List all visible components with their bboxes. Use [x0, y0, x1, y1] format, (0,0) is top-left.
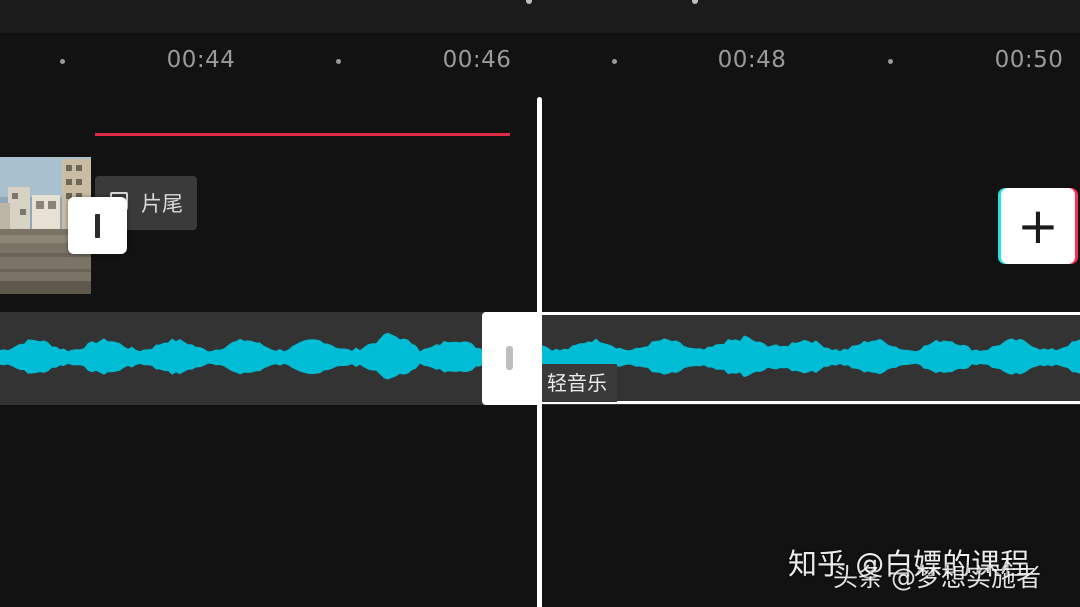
top-toolbar-strip: [0, 0, 1080, 33]
ruler-tick-label: 00:50: [994, 47, 1064, 73]
audio-trim-handle[interactable]: [482, 312, 538, 405]
toolbar-indicator-dot: [526, 0, 532, 4]
audio-clip-label: 轻音乐: [541, 364, 617, 402]
ruler-dot: [336, 59, 341, 64]
timeline-ruler[interactable]: 00:44 00:46 00:48 00:50: [0, 33, 1080, 93]
transition-button[interactable]: [68, 197, 127, 254]
watermark-toutiao: 头条 @梦想实施者: [833, 563, 1041, 592]
ruler-tick-label: 00:48: [717, 47, 787, 73]
ruler-dot: [612, 59, 617, 64]
trim-handle-icon: [506, 346, 513, 370]
effect-range-line[interactable]: [95, 133, 510, 136]
ruler-dot: [60, 59, 65, 64]
ruler-tick-label: 00:44: [166, 47, 236, 73]
transition-icon: [95, 214, 100, 238]
ruler-dot: [888, 59, 893, 64]
toolbar-indicator-dot: [692, 0, 698, 4]
audio-clip-selected[interactable]: [537, 312, 1080, 404]
plus-icon: +: [1017, 197, 1059, 255]
add-clip-button[interactable]: +: [998, 188, 1078, 264]
ruler-tick-label: 00:46: [442, 47, 512, 73]
playhead[interactable]: [537, 97, 542, 607]
end-clip-label: 片尾: [141, 192, 183, 216]
